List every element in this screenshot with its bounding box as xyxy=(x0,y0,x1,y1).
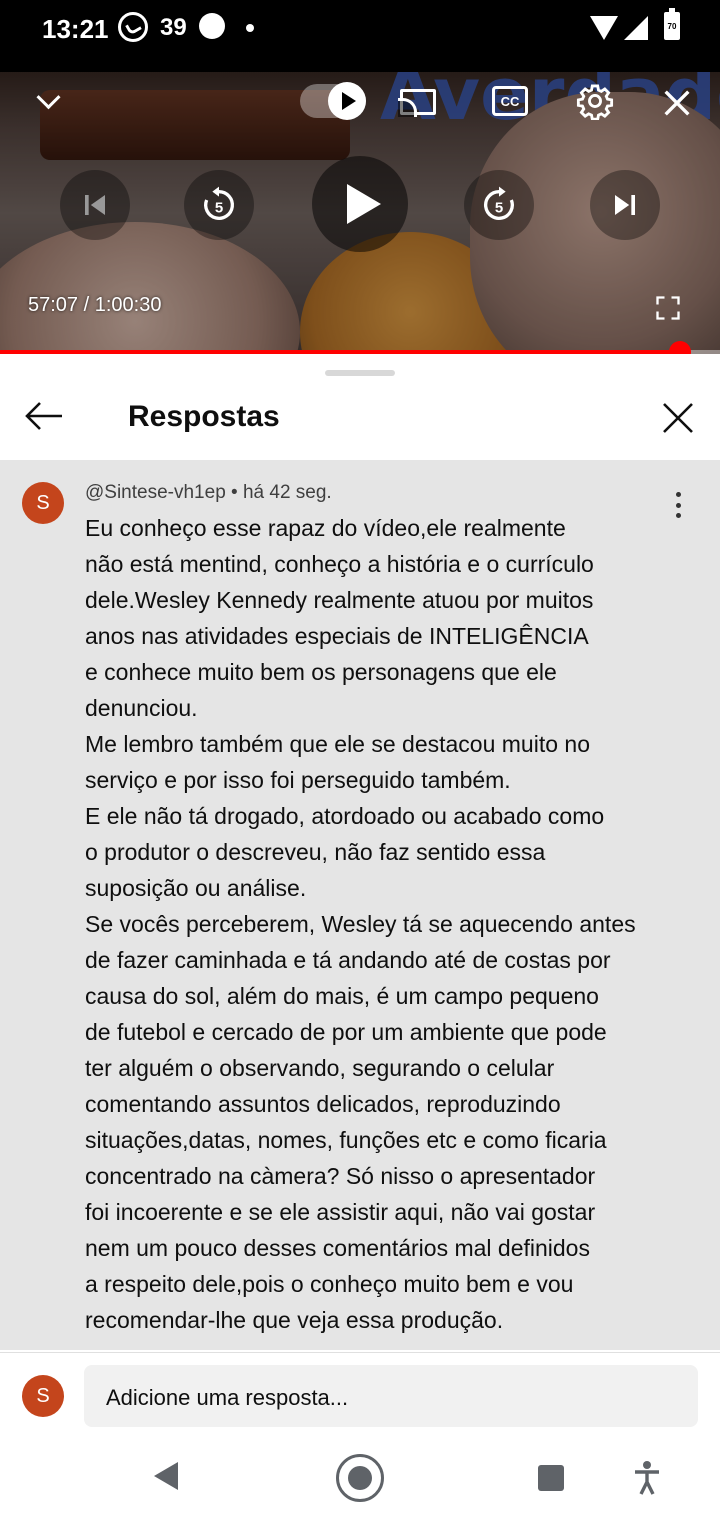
previous-video-icon[interactable] xyxy=(60,170,130,240)
comment-meta: @Sintese-vh1ep • há 42 seg. xyxy=(85,482,332,503)
nav-recents-icon[interactable] xyxy=(538,1465,564,1491)
reply-bar: S Adicione uma resposta... xyxy=(0,1352,720,1438)
accessibility-icon[interactable] xyxy=(632,1460,662,1496)
comment-text: Eu conheço esse rapaz do vídeo,ele realm… xyxy=(85,515,636,1333)
signal-icon xyxy=(624,16,648,40)
user-avatar: S xyxy=(22,1375,64,1417)
play-button[interactable] xyxy=(312,156,408,252)
timecode: 57:07 / 1:00:30 xyxy=(28,294,162,316)
close-sheet-icon[interactable] xyxy=(658,398,698,438)
system-navigation-bar xyxy=(0,1438,720,1520)
autoplay-toggle[interactable] xyxy=(300,82,366,120)
captions-icon[interactable]: CC xyxy=(492,86,528,116)
battery-icon: 70 xyxy=(664,8,680,40)
sheet-title: Respostas xyxy=(128,400,280,433)
forward-seconds-label: 5 xyxy=(495,200,503,217)
cast-icon[interactable] xyxy=(398,86,438,118)
rewind-seconds-label: 5 xyxy=(215,200,223,217)
autoplay-play-icon xyxy=(328,82,366,120)
comment-thread: S @Sintese-vh1ep • há 42 seg. Eu conheço… xyxy=(0,460,720,1350)
status-bar: 13:21 39 70 xyxy=(0,0,720,72)
whatsapp-icon xyxy=(118,12,148,42)
reply-input[interactable]: Adicione uma resposta... xyxy=(84,1365,698,1427)
minimize-chevron-icon[interactable] xyxy=(30,86,66,116)
video-player[interactable]: Averdade CC 5 5 57:07 / 1:00:30 xyxy=(0,72,720,354)
next-video-icon[interactable] xyxy=(590,170,660,240)
drag-handle[interactable] xyxy=(325,370,395,376)
forward-5-seconds-icon[interactable]: 5 xyxy=(464,170,534,240)
nav-home-icon[interactable] xyxy=(336,1454,384,1502)
notification-count: 39 xyxy=(160,14,187,41)
scrubber-handle[interactable] xyxy=(668,341,691,354)
notification-dot-icon xyxy=(199,13,225,39)
fullscreen-icon[interactable] xyxy=(654,294,682,322)
back-arrow-icon[interactable] xyxy=(22,398,66,434)
nav-back-icon[interactable] xyxy=(154,1462,178,1490)
settings-gear-icon[interactable] xyxy=(576,82,614,120)
replies-sheet: Respostas S @Sintese-vh1ep • há 42 seg. … xyxy=(0,354,720,1354)
close-player-icon[interactable] xyxy=(660,86,694,120)
wifi-icon xyxy=(590,16,618,40)
battery-level: 70 xyxy=(667,22,677,31)
rewind-5-seconds-icon[interactable]: 5 xyxy=(184,170,254,240)
clock: 13:21 xyxy=(42,14,109,44)
more-notifications-icon xyxy=(246,24,254,32)
avatar[interactable]: S xyxy=(22,482,64,524)
